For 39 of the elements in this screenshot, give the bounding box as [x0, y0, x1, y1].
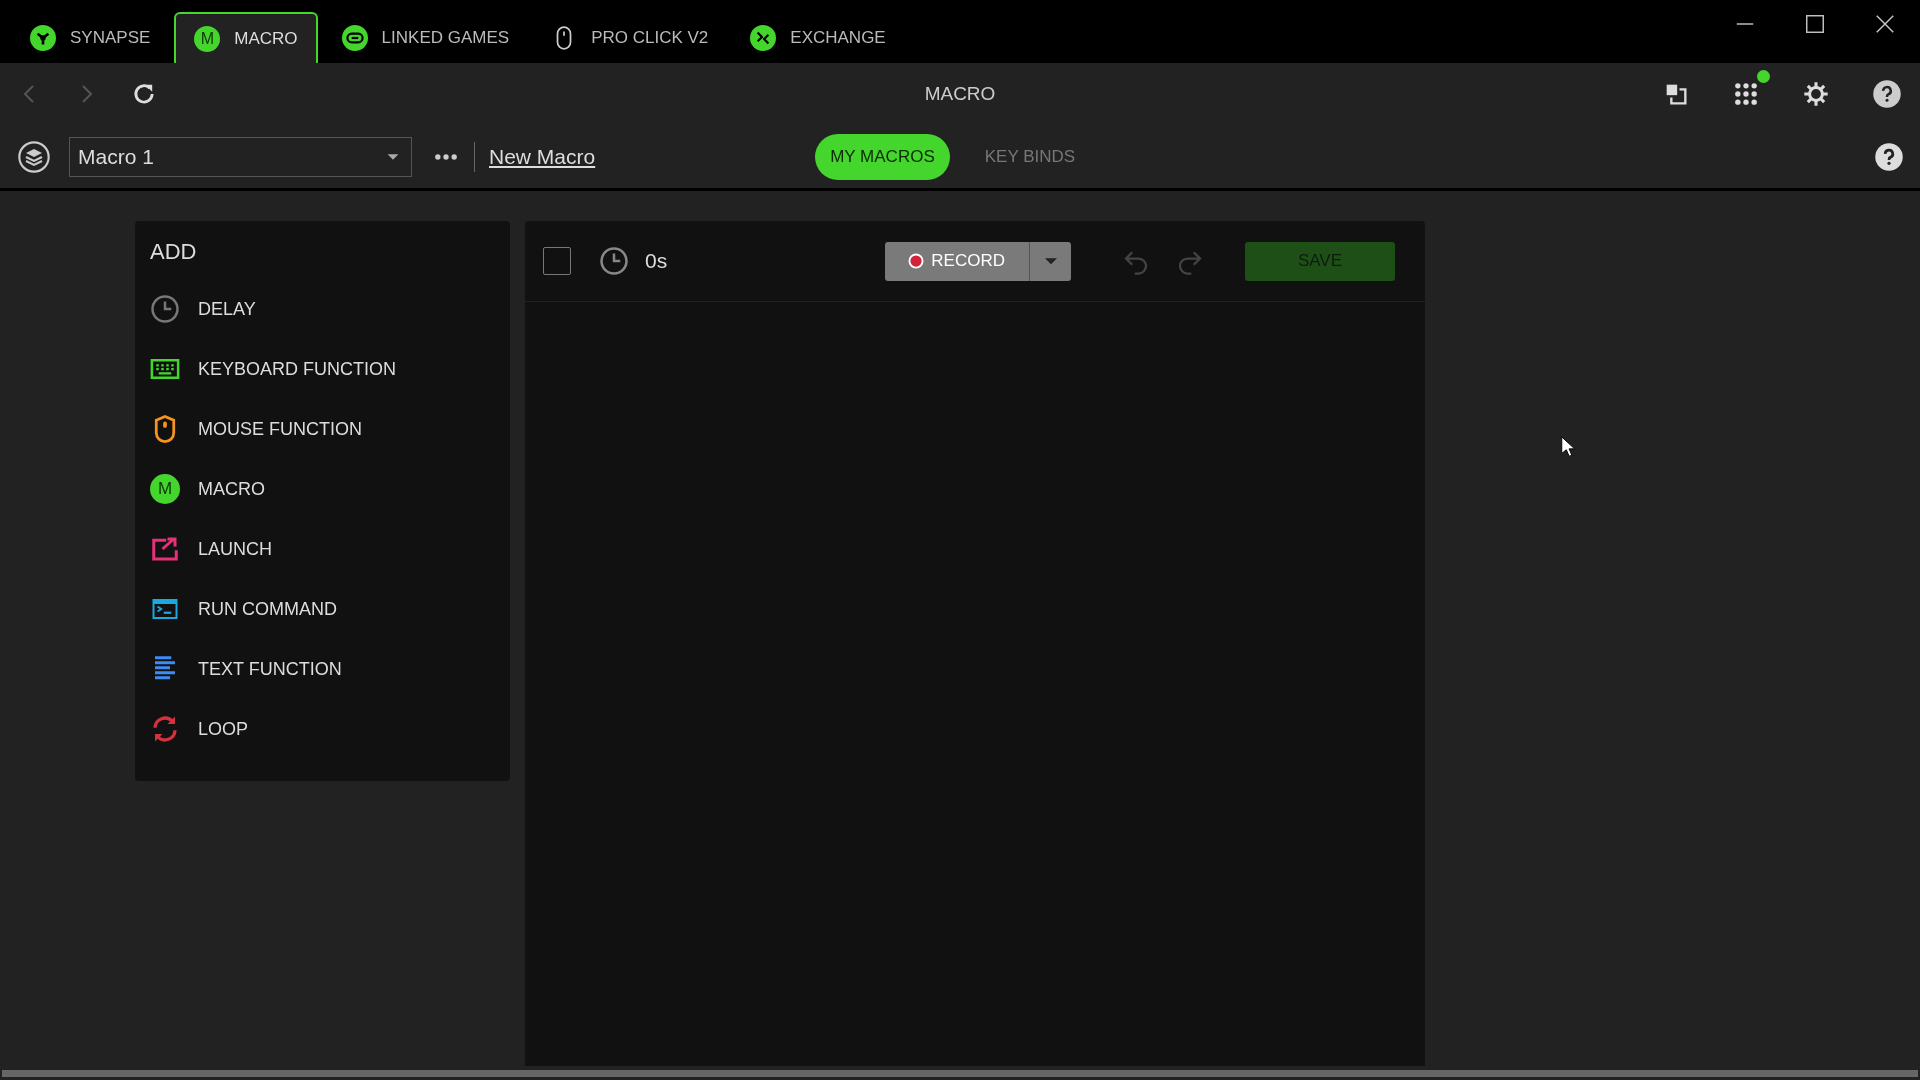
layers-icon[interactable]: [18, 140, 50, 173]
add-item[interactable]: M MACRO: [150, 459, 495, 519]
app-tab[interactable]: PRO CLICK V2: [533, 12, 727, 63]
app-tab[interactable]: SYNAPSE: [12, 12, 169, 63]
macro-icon: M: [194, 25, 221, 52]
macro-icon: M: [150, 474, 180, 504]
app-tab[interactable]: LINKED GAMES: [323, 12, 528, 63]
clock-icon: [150, 294, 180, 324]
view-tab[interactable]: KEY BINDS: [969, 133, 1091, 180]
horizontal-scrollbar[interactable]: [2, 1070, 1918, 1077]
loop-icon: [150, 714, 180, 744]
add-item[interactable]: LAUNCH: [150, 519, 495, 579]
add-item[interactable]: KEYBOARD FUNCTION: [150, 339, 495, 399]
add-item[interactable]: TEXT FUNCTION: [150, 639, 495, 699]
page-title: MACRO: [924, 83, 996, 105]
add-item[interactable]: LOOP: [150, 699, 495, 759]
checkbox[interactable]: [543, 247, 571, 275]
maximize-icon[interactable]: [1804, 12, 1826, 35]
add-item[interactable]: MOUSE FUNCTION: [150, 399, 495, 459]
help-icon[interactable]: [1874, 141, 1904, 172]
account-help-icon[interactable]: [1872, 79, 1902, 109]
record-button[interactable]: RECORD: [885, 241, 1029, 281]
new-macro-link[interactable]: New Macro: [489, 144, 596, 169]
settings-icon[interactable]: [1802, 80, 1830, 108]
apps-grid-icon[interactable]: [1732, 80, 1760, 108]
synapse-icon: [30, 24, 56, 51]
app-tab[interactable]: EXCHANGE: [732, 12, 904, 63]
exchange-icon: [750, 24, 777, 51]
gamepad-icon: [341, 24, 368, 51]
app-tab[interactable]: M MACRO: [174, 12, 318, 63]
record-dot-icon: [907, 252, 926, 270]
view-tab[interactable]: MY MACROS: [815, 133, 950, 180]
add-item[interactable]: RUN COMMAND: [150, 579, 495, 639]
duration-text: 0s: [645, 249, 668, 273]
add-item[interactable]: DELAY: [150, 279, 495, 339]
clock-icon: [599, 246, 629, 276]
macro-dropdown[interactable]: Macro 1: [69, 136, 412, 177]
record-options-button[interactable]: [1029, 241, 1071, 281]
panel-title: ADD: [150, 239, 198, 265]
